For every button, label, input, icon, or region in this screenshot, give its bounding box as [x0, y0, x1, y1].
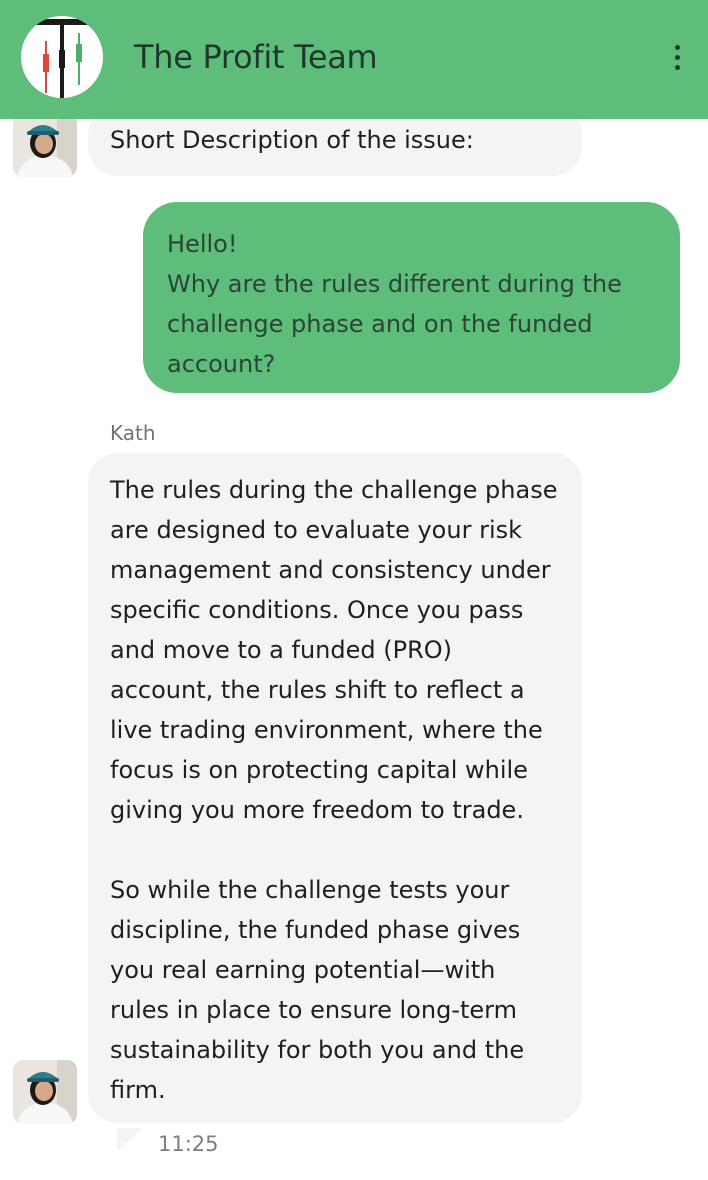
agent-avatar: [13, 119, 77, 177]
message-timestamp: 11:25: [158, 1132, 219, 1156]
message-list: Short Description of the issue: Hello! W…: [0, 119, 708, 1180]
chat-header: The Profit Team: [0, 0, 708, 119]
agent-avatar: [13, 1060, 77, 1124]
more-vert-icon[interactable]: [664, 36, 690, 78]
agent-message: Short Description of the issue:: [88, 119, 582, 176]
chat-title: The Profit Team: [134, 38, 378, 76]
message-tail-icon: [117, 1128, 143, 1152]
user-message: Hello! Why are the rules different durin…: [143, 202, 680, 393]
sender-name: Kath: [110, 421, 156, 445]
candlestick-logo-icon: [21, 16, 103, 98]
agent-message: The rules during the challenge phase are…: [88, 453, 582, 1123]
